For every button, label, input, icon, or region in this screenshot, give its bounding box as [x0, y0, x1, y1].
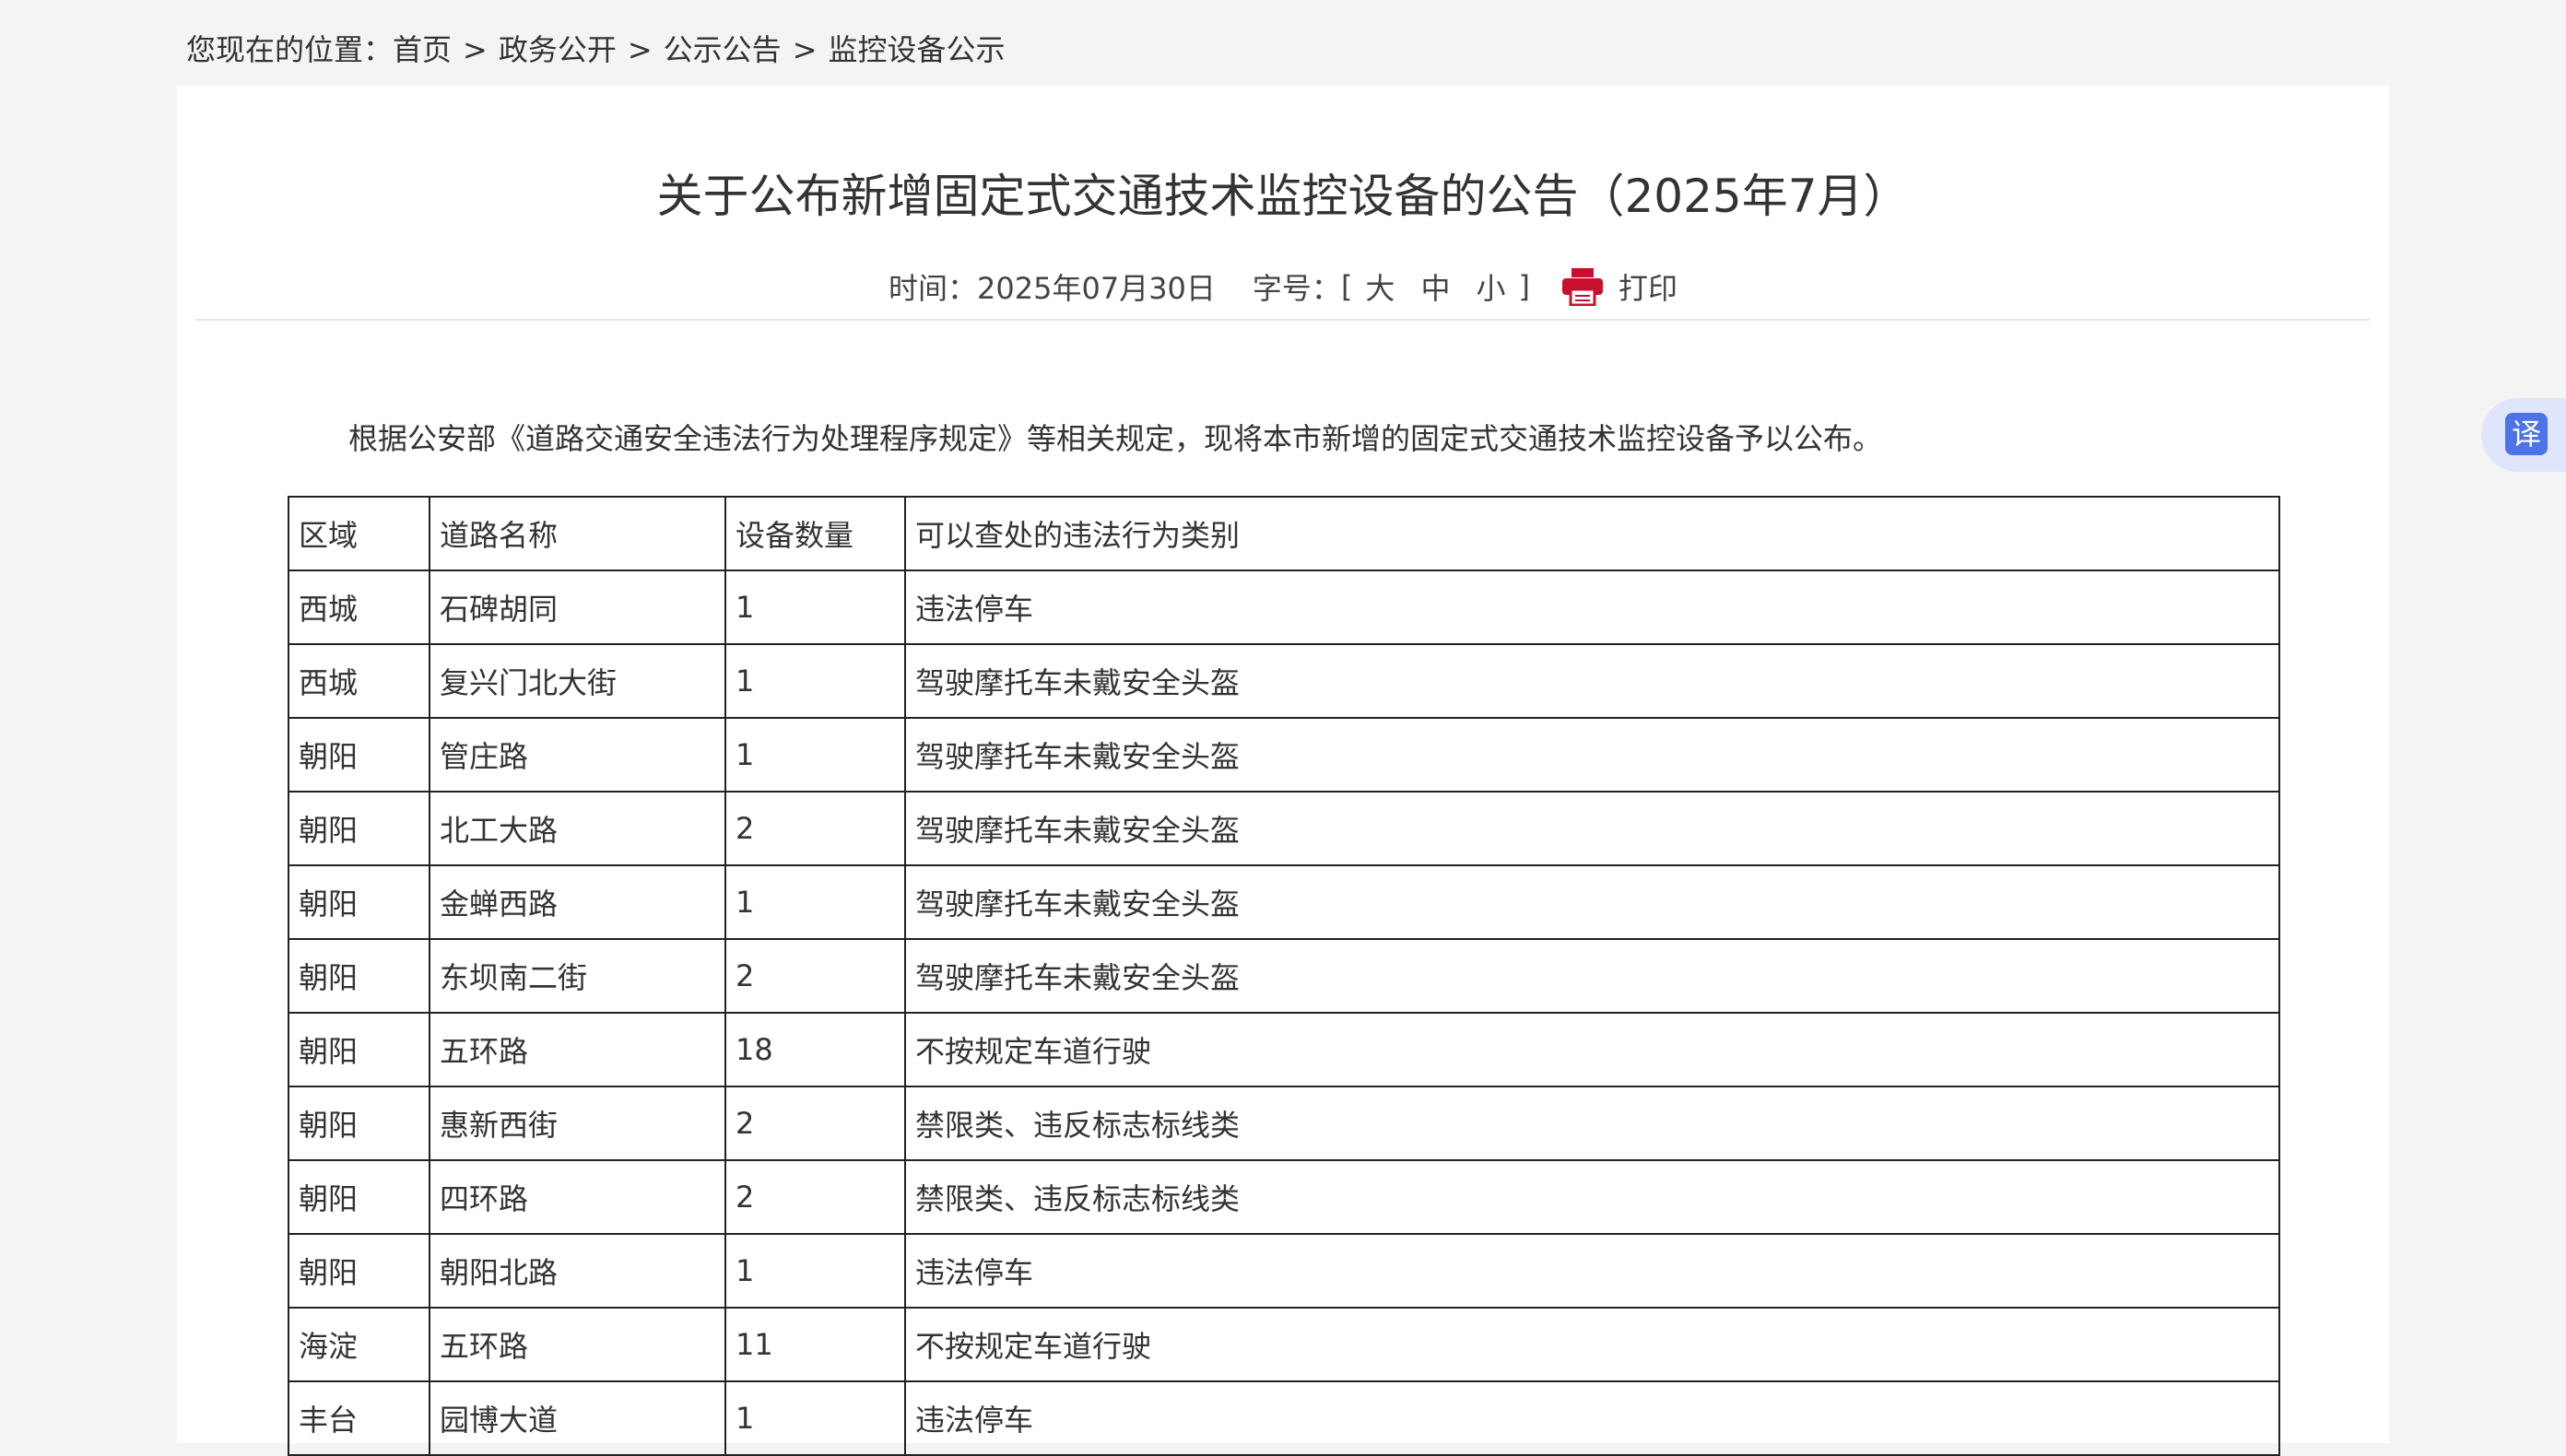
table-row: 朝阳 东坝南二街 2 驾驶摩托车未戴安全头盔: [288, 938, 2280, 1014]
cell-count: 1: [724, 1380, 906, 1456]
table-row: 朝阳 金蝉西路 1 驾驶摩托车未戴安全头盔: [288, 864, 2280, 940]
cell-district: 朝阳: [288, 864, 430, 940]
time-label: 时间：: [889, 271, 978, 306]
cell-count: 1: [724, 717, 906, 793]
cell-violation: 不按规定车道行驶: [904, 1307, 2280, 1382]
table-row: 丰台 园博大道 1 违法停车: [288, 1380, 2280, 1456]
printer-icon[interactable]: [1561, 267, 1604, 307]
cell-count: 2: [724, 1086, 906, 1161]
table-row: 海淀 五环路 11 不按规定车道行驶: [288, 1307, 2280, 1382]
cell-road: 五环路: [429, 1012, 726, 1087]
table-header-row: 区域 道路名称 设备数量 可以查处的违法行为类别: [288, 496, 2280, 571]
breadcrumb-gov-affairs-link[interactable]: 政务公开: [499, 32, 617, 67]
cell-district: 西城: [288, 643, 430, 719]
cell-district: 西城: [288, 569, 430, 645]
breadcrumb-separator: >: [463, 32, 488, 67]
cell-count: 1: [724, 1233, 906, 1309]
font-size-small-button[interactable]: 小: [1476, 265, 1505, 308]
breadcrumb-monitoring-link[interactable]: 监控设备公示: [829, 32, 1006, 67]
cell-count: 1: [724, 569, 906, 645]
cell-district: 朝阳: [288, 717, 430, 793]
cell-road: 金蝉西路: [429, 864, 726, 940]
header-road: 道路名称: [429, 496, 726, 571]
table-row: 朝阳 朝阳北路 1 违法停车: [288, 1233, 2280, 1309]
cell-road: 朝阳北路: [429, 1233, 726, 1309]
cell-road: 复兴门北大街: [429, 643, 726, 719]
table-row: 朝阳 管庄路 1 驾驶摩托车未戴安全头盔: [288, 717, 2280, 793]
cell-violation: 违法停车: [904, 1233, 2280, 1309]
cell-violation: 驾驶摩托车未戴安全头盔: [904, 791, 2280, 866]
cell-road: 北工大路: [429, 791, 726, 866]
breadcrumb-separator: >: [792, 32, 818, 67]
cell-district: 朝阳: [288, 1012, 430, 1087]
breadcrumb-prefix: 您现在的位置：: [186, 32, 394, 67]
cell-count: 18: [724, 1012, 906, 1087]
table-row: 西城 复兴门北大街 1 驾驶摩托车未戴安全头盔: [288, 643, 2280, 719]
cell-violation: 驾驶摩托车未戴安全头盔: [904, 938, 2280, 1014]
table-row: 朝阳 四环路 2 禁限类、违反标志标线类: [288, 1159, 2280, 1235]
cell-road: 东坝南二街: [429, 938, 726, 1014]
breadcrumb-home-link[interactable]: 首页: [393, 32, 452, 67]
cell-district: 海淀: [288, 1307, 430, 1382]
cell-count: 1: [724, 643, 906, 719]
translate-icon: 译: [2505, 413, 2548, 455]
article-title: 关于公布新增固定式交通技术监控设备的公告（2025年7月）: [656, 170, 1910, 223]
cell-district: 朝阳: [288, 791, 430, 866]
publish-date: 2025年07月30日: [977, 271, 1216, 306]
cell-road: 五环路: [429, 1307, 726, 1382]
cell-road: 惠新西街: [429, 1086, 726, 1161]
header-district: 区域: [288, 496, 430, 571]
device-table: 区域 道路名称 设备数量 可以查处的违法行为类别 西城 石碑胡同 1 违法停车 西城 复兴…: [288, 496, 2280, 1456]
cell-district: 丰台: [288, 1380, 430, 1456]
breadcrumb-separator: >: [627, 32, 653, 67]
bracket-open: [: [1340, 269, 1353, 304]
header-violation: 可以查处的违法行为类别: [904, 496, 2280, 571]
cell-violation: 不按规定车道行驶: [904, 1012, 2280, 1087]
cell-violation: 驾驶摩托车未戴安全头盔: [904, 643, 2280, 719]
cell-count: 2: [724, 1159, 906, 1235]
table-row: 朝阳 惠新西街 2 禁限类、违反标志标线类: [288, 1086, 2280, 1161]
cell-violation: 违法停车: [904, 569, 2280, 645]
cell-violation: 驾驶摩托车未戴安全头盔: [904, 717, 2280, 793]
cell-violation: 禁限类、违反标志标线类: [904, 1086, 2280, 1161]
cell-district: 朝阳: [288, 1233, 430, 1309]
cell-road: 管庄路: [429, 717, 726, 793]
print-link[interactable]: 打印: [1618, 265, 1677, 308]
cell-count: 2: [724, 938, 906, 1014]
bracket-close: ]: [1518, 269, 1530, 304]
font-size-label: 字号：: [1252, 271, 1341, 306]
cell-road: 石碑胡同: [429, 569, 726, 645]
header-count: 设备数量: [724, 496, 906, 571]
font-size-large-button[interactable]: 大: [1365, 265, 1395, 308]
cell-road: 园博大道: [429, 1380, 726, 1456]
cell-district: 朝阳: [288, 1086, 430, 1161]
translate-button[interactable]: 译: [2481, 398, 2566, 472]
breadcrumb: 您现在的位置：首页 > 政务公开 > 公示公告 > 监控设备公示: [186, 26, 1006, 74]
cell-count: 1: [724, 864, 906, 940]
cell-violation: 违法停车: [904, 1380, 2280, 1456]
cell-district: 朝阳: [288, 1159, 430, 1235]
cell-violation: 驾驶摩托车未戴安全头盔: [904, 864, 2280, 940]
table-row: 西城 石碑胡同 1 违法停车: [288, 569, 2280, 645]
breadcrumb-notices-link[interactable]: 公示公告: [664, 32, 782, 67]
cell-road: 四环路: [429, 1159, 726, 1235]
table-row: 朝阳 北工大路 2 驾驶摩托车未戴安全头盔: [288, 791, 2280, 866]
font-size-medium-button[interactable]: 中: [1420, 265, 1450, 308]
article-meta: 时间： 2025年07月30日 字号： [ 大 中 小 ] 打印: [177, 259, 2389, 314]
intro-paragraph: 根据公安部《道路交通安全违法行为处理程序规定》等相关规定，现将本市新增的固定式交…: [348, 421, 1883, 456]
cell-district: 朝阳: [288, 938, 430, 1014]
table-row: 朝阳 五环路 18 不按规定车道行驶: [288, 1012, 2280, 1087]
cell-violation: 禁限类、违反标志标线类: [904, 1159, 2280, 1235]
title-divider: [195, 319, 2371, 321]
cell-count: 11: [724, 1307, 906, 1382]
cell-count: 2: [724, 791, 906, 866]
